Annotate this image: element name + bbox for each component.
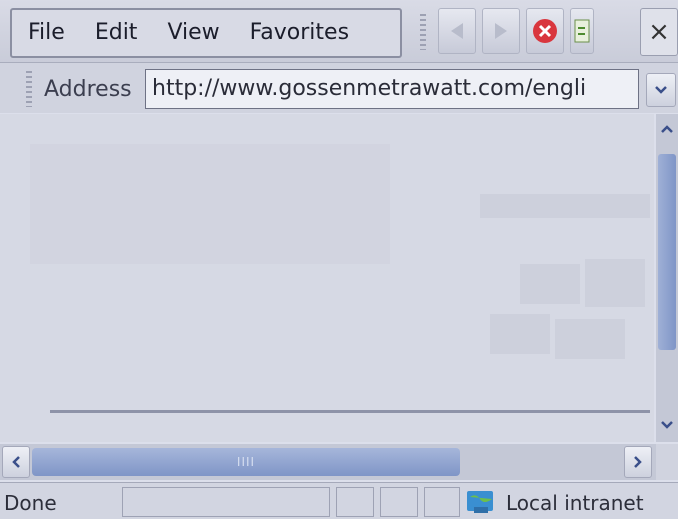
status-pane [380,487,418,517]
chevron-right-icon [634,456,642,468]
stop-icon [533,19,557,43]
vertical-scroll-thumb[interactable] [658,154,676,350]
content-block [480,194,650,218]
status-progress-pane [122,487,330,517]
content-block [30,144,390,264]
forward-button[interactable] [482,8,520,54]
status-text: Done [4,491,57,515]
back-button[interactable] [438,8,476,54]
vertical-scrollbar[interactable] [656,114,678,442]
menu-view[interactable]: View [151,10,233,56]
intranet-globe-icon [467,491,493,513]
chevron-down-icon [661,421,673,429]
back-arrow-icon [451,23,463,39]
scroll-up-button[interactable] [656,114,678,144]
horizontal-scroll-thumb[interactable]: IIII [32,448,460,476]
forward-arrow-icon [495,23,507,39]
menu-group: File Edit View Favorites [10,8,402,58]
scrollbar-corner [656,444,678,480]
menu-favorites[interactable]: Favorites [234,10,363,56]
content-block [585,259,645,307]
scroll-left-button[interactable] [2,446,30,478]
status-bar: Done Local intranet [0,482,678,519]
close-button[interactable]: × [640,8,678,56]
chevron-down-icon [655,86,667,94]
refresh-icon [574,19,590,43]
nav-toolbar [438,8,594,56]
menu-bar: File Edit View Favorites × [0,0,678,63]
menu-edit[interactable]: Edit [79,10,152,56]
toolbar-grip[interactable] [420,14,426,50]
status-pane [424,487,460,517]
address-label: Address [44,77,132,102]
stop-button[interactable] [526,8,564,54]
status-pane [336,487,374,517]
horizontal-scrollbar[interactable]: IIII [0,444,656,480]
scroll-grip-lines: IIII [236,455,256,469]
page-content [0,114,654,442]
menu-file[interactable]: File [12,10,79,56]
address-bar: Address http://www.gossenmetrawatt.com/e… [0,63,678,113]
chevron-left-icon [12,456,20,468]
scroll-right-button[interactable] [624,446,652,478]
address-dropdown-button[interactable] [646,73,676,107]
browser-window: File Edit View Favorites × Address http:… [0,0,678,519]
content-block [555,319,625,359]
address-input[interactable]: http://www.gossenmetrawatt.com/engli [145,69,639,109]
content-block [520,264,580,304]
chevron-up-icon [661,125,673,133]
security-zone-label: Local intranet [506,491,644,515]
refresh-button[interactable] [570,8,594,54]
scroll-down-button[interactable] [656,410,678,440]
horizontal-rule [50,410,650,413]
address-grip[interactable] [26,71,32,107]
content-block [490,314,550,354]
